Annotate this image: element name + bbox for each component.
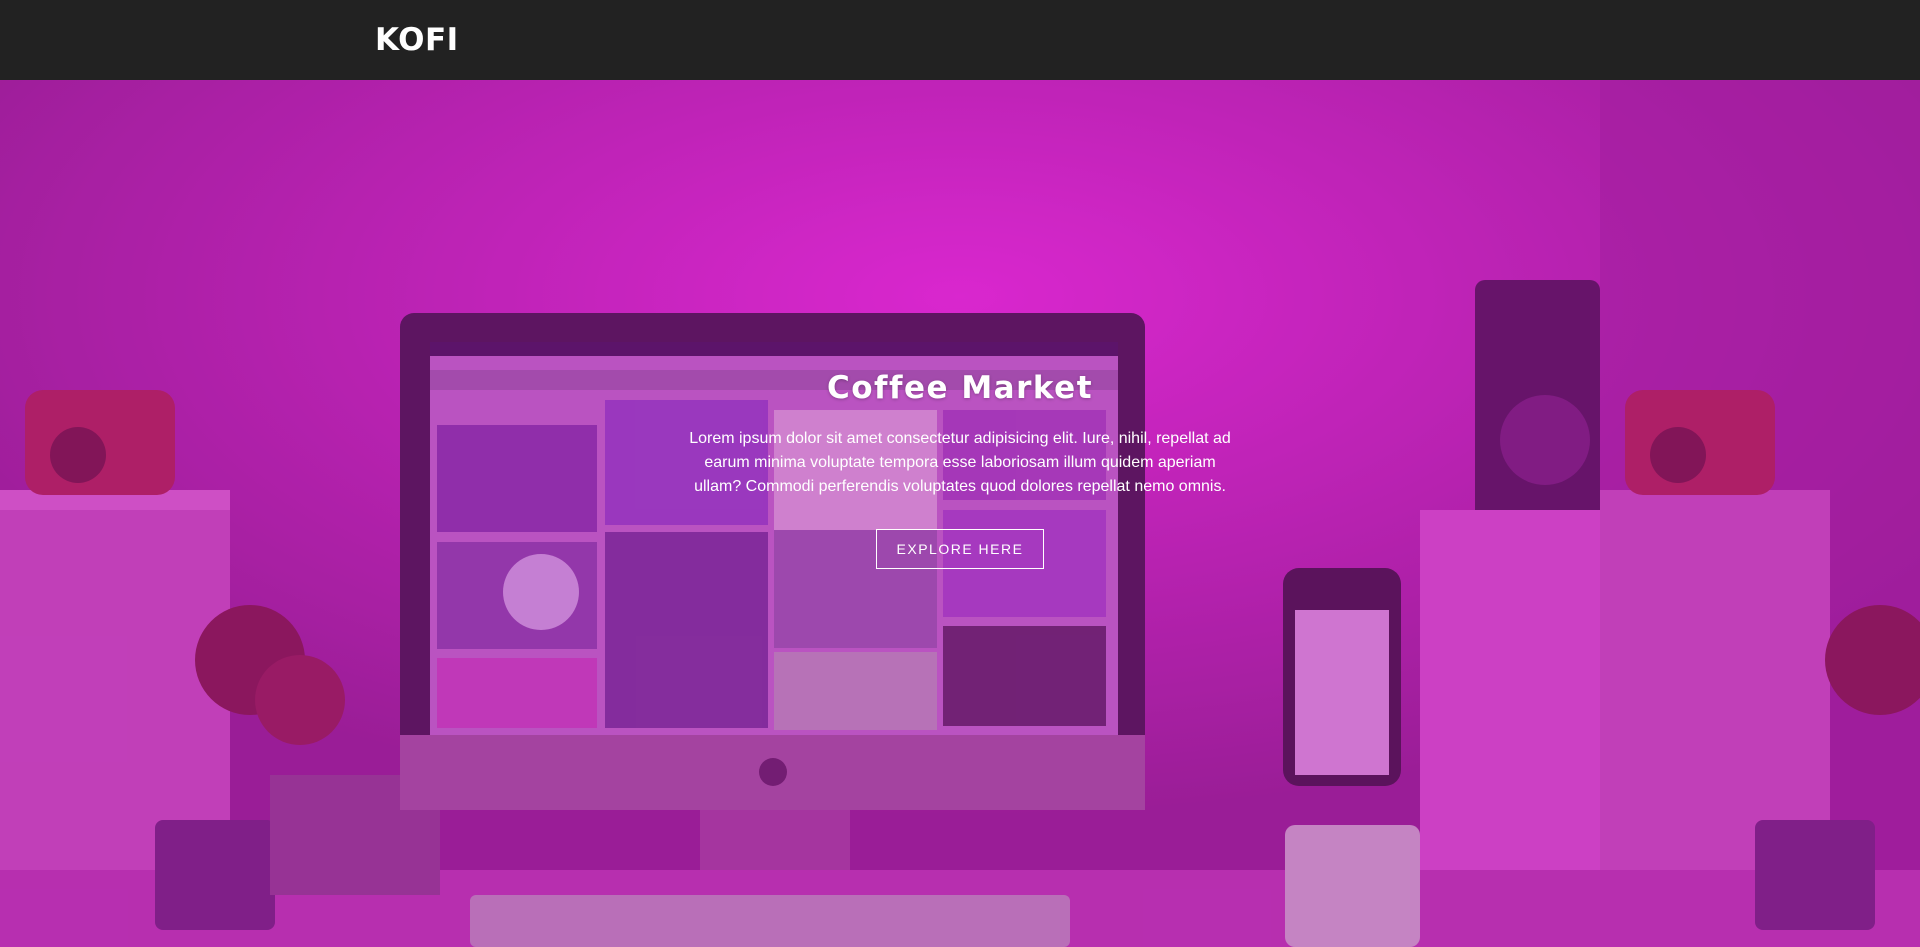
hero-section: Coffee Market Lorem ipsum dolor sit amet… <box>0 80 1920 947</box>
hero-title: Coffee Market <box>826 370 1094 406</box>
hero-description: Lorem ipsum dolor sit amet consectetur a… <box>689 430 1231 496</box>
navbar: KOFI <box>0 0 1920 80</box>
brand-logo[interactable]: KOFI <box>375 22 459 58</box>
hero-content: Coffee Market Lorem ipsum dolor sit amet… <box>660 370 1260 570</box>
explore-button[interactable]: EXPLORE HERE <box>875 529 1045 570</box>
